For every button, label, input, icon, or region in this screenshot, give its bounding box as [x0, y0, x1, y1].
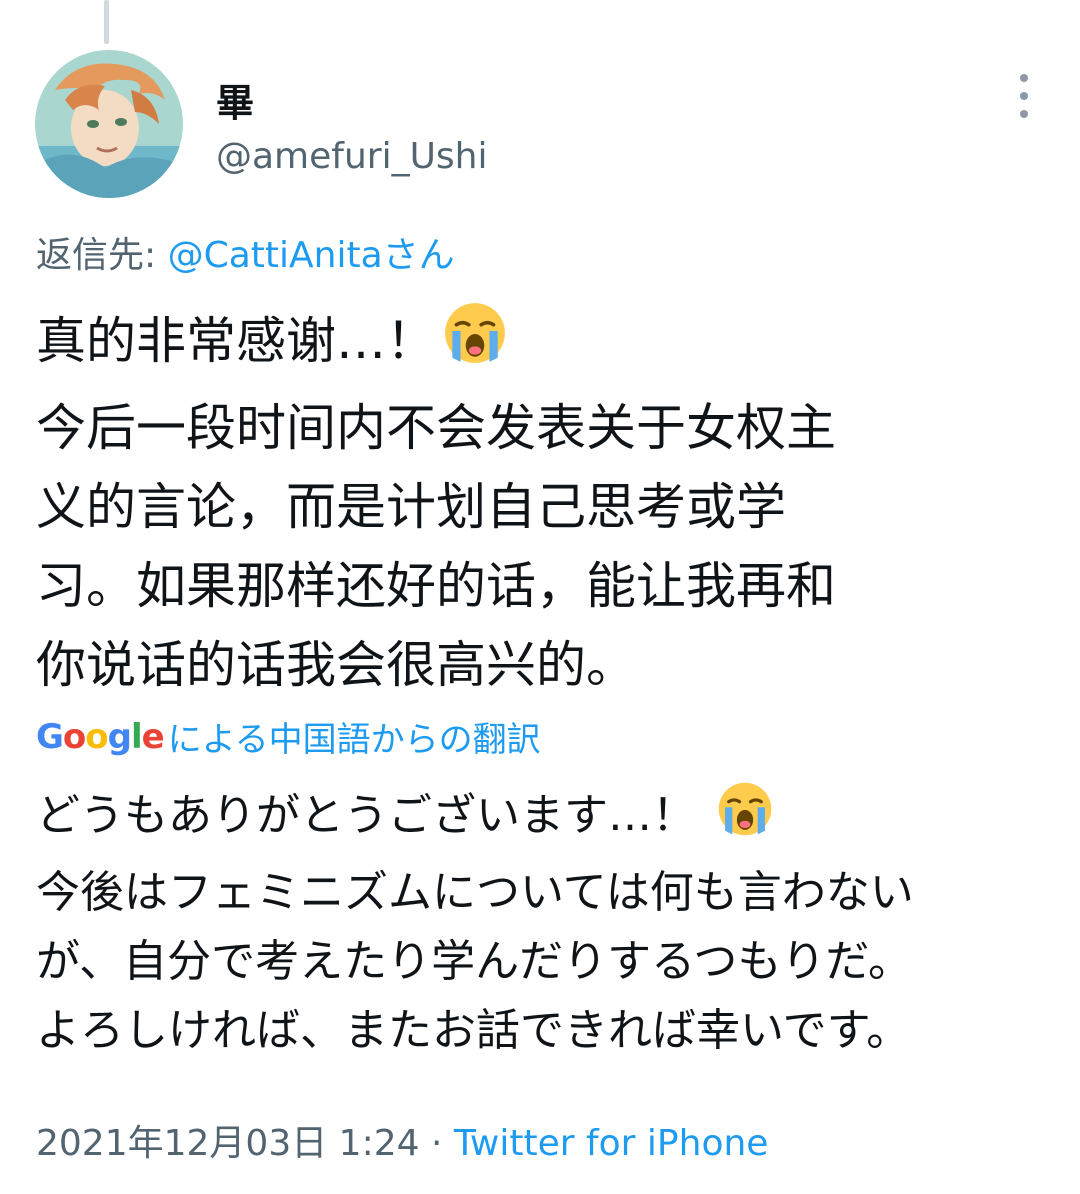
- tweet-line: 你说话的话我会很高兴的。: [36, 636, 636, 694]
- crying-face-emoji-icon: [442, 300, 508, 389]
- more-options-icon[interactable]: [1004, 74, 1044, 118]
- tweet-timestamp[interactable]: 2021年12月03日 1:24: [36, 1123, 420, 1164]
- google-logo-letter: o: [85, 716, 108, 757]
- google-logo-letter: G: [36, 716, 64, 757]
- google-logo: Google: [36, 716, 165, 757]
- google-logo-letter: e: [141, 716, 165, 757]
- more-dot: [1020, 110, 1028, 118]
- crying-face-emoji-icon: [716, 780, 774, 858]
- translated-line: が、自分で考えたり学んだりするつもりだ。: [36, 936, 913, 987]
- translated-line: 今後はフェミニズムについては何も言わない: [36, 867, 914, 918]
- avatar[interactable]: [35, 50, 183, 198]
- reply-mention-link[interactable]: @CattiAnitaさん: [168, 235, 455, 276]
- translated-line: よろしければ、またお話できれば幸いです。: [36, 1005, 911, 1056]
- tweet-client-link[interactable]: Twitter for iPhone: [454, 1123, 769, 1164]
- google-logo-letter: o: [62, 716, 86, 757]
- reply-to: 返信先: @CattiAnitaさん: [36, 226, 455, 278]
- more-dot: [1020, 74, 1028, 82]
- tweet-text: 真的非常感谢…！ 今后一段时间内不会发表关于女权主 义的言论，而是计划自己思考或…: [36, 300, 1046, 705]
- tweet-line: 习。如果那样还好的话，能让我再和: [36, 557, 836, 615]
- author-display-name[interactable]: 畢: [216, 72, 254, 127]
- tweet-line-text: 真的非常感谢…！: [36, 312, 436, 370]
- translated-line: どうもありがとうございます…！: [36, 780, 1046, 858]
- translated-text: どうもありがとうございます…！ 今後はフェミニズムについては何も言わない が、自…: [36, 780, 1046, 1065]
- reply-prefix: 返信先:: [36, 235, 157, 276]
- translated-line-text: どうもありがとうございます…！: [36, 790, 696, 841]
- google-logo-letter: l: [130, 716, 143, 757]
- google-logo-letter: g: [107, 716, 132, 757]
- tweet-line: 真的非常感谢…！: [36, 300, 1046, 389]
- tweet-line: 义的言论，而是计划自己思考或学: [36, 478, 786, 536]
- translation-header[interactable]: Google による中国語からの翻訳: [36, 712, 541, 761]
- meta-separator: ·: [419, 1123, 454, 1164]
- thread-connector-line: [104, 0, 109, 44]
- translation-source-label[interactable]: による中国語からの翻訳: [168, 712, 541, 761]
- avatar-illustration: [35, 50, 183, 198]
- more-dot: [1020, 92, 1028, 100]
- author-handle[interactable]: @amefuri_Ushi: [216, 136, 488, 177]
- tweet-metadata: 2021年12月03日 1:24 · Twitter for iPhone: [36, 1114, 768, 1166]
- tweet-line: 今后一段时间内不会发表关于女权主: [36, 399, 836, 457]
